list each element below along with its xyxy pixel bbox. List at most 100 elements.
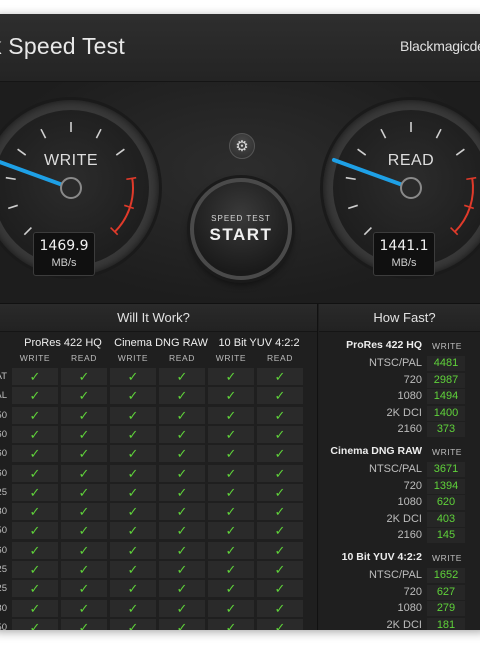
read-speed-readout: 1441.1 MB/s [373, 232, 435, 276]
check-icon: ✓ [61, 541, 107, 559]
check-icon: ✓ [61, 368, 107, 385]
check-icon: ✓ [159, 445, 205, 463]
write-gauge-tick [5, 176, 16, 181]
check-icon: ✓ [12, 580, 58, 598]
check-icon: ✓ [61, 425, 107, 443]
read-gauge-tick [347, 204, 358, 210]
check-icon: ✓ [110, 425, 156, 443]
how-fast-group-title: ProRes 422 HQ [346, 339, 422, 351]
read-gauge-tick [435, 128, 442, 139]
check-icon: ✓ [159, 464, 205, 482]
check-icon: ✓ [12, 387, 58, 405]
resolution-row-label: 30 [0, 506, 7, 518]
check-icon: ✓ [61, 599, 107, 617]
check-icon: ✓ [257, 445, 303, 463]
how-fast-resolution-label: 720 [403, 479, 422, 492]
how-fast-fps-value: 1494 [427, 389, 465, 405]
how-fast-fps-value: 279 [427, 601, 465, 617]
check-icon: ✓ [208, 580, 254, 598]
how-fast-title: How Fast? [319, 304, 480, 332]
write-gauge-tick [126, 176, 137, 181]
check-icon: ✓ [12, 541, 58, 559]
check-icon: ✓ [208, 406, 254, 424]
check-icon: ✓ [110, 464, 156, 482]
how-fast-resolution-label: 2K DCI [386, 512, 422, 525]
brand-link[interactable]: Blackmagicdes [400, 38, 480, 54]
how-fast-fps-value: 181 [427, 617, 465, 630]
will-it-work-panel: Will It Work? ProRes 422 HQ WRITE READ Cine… [0, 304, 318, 630]
read-column-header: READ [168, 353, 196, 363]
check-icon: ✓ [61, 618, 107, 630]
check-icon: ✓ [208, 503, 254, 521]
check-icon: ✓ [257, 387, 303, 405]
how-fast-fps-value: 373 [427, 422, 465, 438]
check-icon: ✓ [12, 406, 58, 424]
check-icon: ✓ [257, 368, 303, 385]
how-fast-resolution-label: 2160 [397, 529, 422, 542]
check-icon: ✓ [110, 561, 156, 578]
gauge-panel: WRITE 1469.9 MB/s ⚙ SPEED TEST START REA… [0, 82, 480, 304]
check-icon: ✓ [12, 618, 58, 630]
resolution-row-label: 50 [0, 409, 7, 421]
write-gauge-tick [40, 128, 47, 139]
start-button-label: START [209, 225, 273, 244]
check-icon: ✓ [257, 503, 303, 521]
write-gauge-tick [95, 128, 102, 139]
resolution-row-label: AT [0, 371, 7, 382]
check-icon: ✓ [257, 541, 303, 559]
resolution-row-label: 25 [0, 564, 7, 575]
write-gauge-hub [60, 177, 82, 199]
check-icon: ✓ [12, 445, 58, 463]
how-fast-resolution-label: 2K DCI [386, 618, 422, 630]
check-icon: ✓ [110, 599, 156, 617]
how-fast-write-header: WRITE [432, 553, 462, 563]
check-icon: ✓ [159, 561, 205, 578]
check-icon: ✓ [61, 406, 107, 424]
check-icon: ✓ [110, 580, 156, 598]
read-gauge-hub [400, 177, 422, 199]
check-icon: ✓ [208, 464, 254, 482]
check-icon: ✓ [208, 522, 254, 540]
check-icon: ✓ [61, 483, 107, 501]
write-gauge: WRITE 1469.9 MB/s [0, 100, 159, 276]
check-icon: ✓ [208, 368, 254, 385]
resolution-row-label: 30 [0, 602, 7, 614]
format-header: Cinema DNG RAW [114, 337, 208, 349]
check-icon: ✓ [208, 541, 254, 559]
format-header: 10 Bit YUV 4:2:2 [218, 337, 300, 349]
check-icon: ✓ [208, 483, 254, 501]
read-gauge-tick [363, 227, 372, 236]
how-fast-fps-value: 1652 [427, 568, 465, 583]
resolution-row-label: 60 [0, 428, 7, 440]
check-icon: ✓ [208, 387, 254, 405]
check-icon: ✓ [257, 618, 303, 630]
settings-button[interactable]: ⚙ [229, 133, 255, 159]
check-icon: ✓ [12, 368, 58, 385]
write-speed-readout: 1469.9 MB/s [33, 232, 95, 276]
check-icon: ✓ [61, 522, 107, 540]
app-window: k Speed Test Blackmagicdes WRITE 1469.9 … [0, 14, 480, 630]
check-icon: ✓ [159, 541, 205, 559]
write-speed-unit: MB/s [51, 257, 77, 269]
how-fast-resolution-label: 1080 [397, 602, 422, 615]
check-icon: ✓ [159, 425, 205, 443]
how-fast-resolution-label: NTSC/PAL [369, 463, 422, 475]
resolution-row-label: 60 [0, 544, 7, 556]
check-icon: ✓ [110, 387, 156, 405]
how-fast-resolution-label: NTSC/PAL [369, 357, 422, 369]
start-button[interactable]: SPEED TEST START [190, 178, 292, 280]
how-fast-fps-value: 145 [427, 528, 465, 544]
check-icon: ✓ [110, 406, 156, 424]
check-icon: ✓ [12, 503, 58, 521]
how-fast-resolution-label: 720 [403, 585, 422, 598]
read-speed-unit: MB/s [391, 257, 417, 269]
how-fast-resolution-label: 2K DCI [386, 406, 422, 419]
read-gauge-label: READ [387, 152, 435, 169]
check-icon: ✓ [159, 406, 205, 424]
check-icon: ✓ [61, 561, 107, 578]
check-icon: ✓ [159, 387, 205, 405]
read-speed-value: 1441.1 [379, 238, 429, 254]
write-gauge-label: WRITE [43, 152, 99, 169]
resolution-row-label: 25 [0, 583, 7, 595]
check-icon: ✓ [12, 464, 58, 482]
